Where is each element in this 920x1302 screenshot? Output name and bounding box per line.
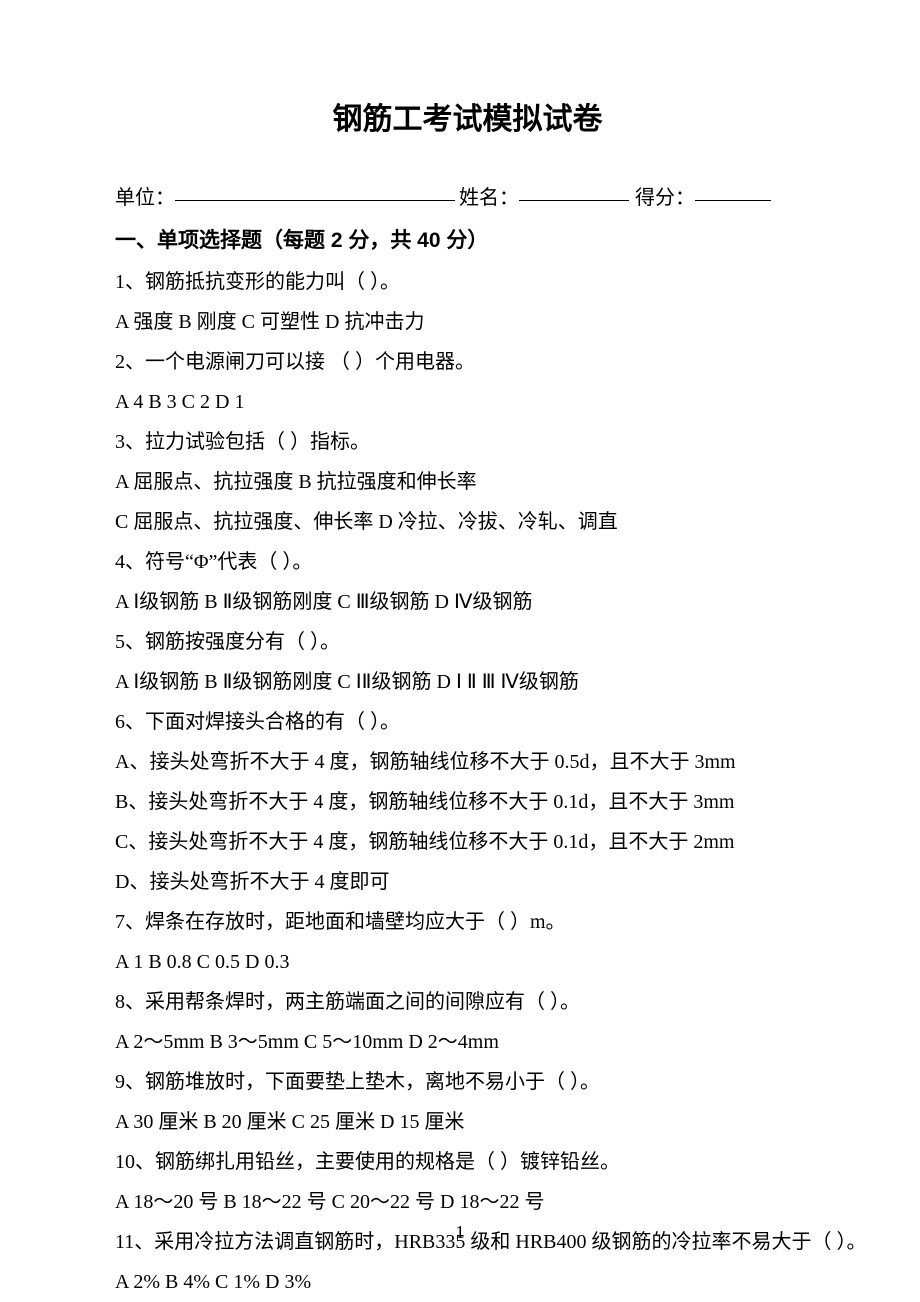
exam-title: 钢筋工考试模拟试卷	[115, 90, 820, 150]
q4-stem: 4、符号“Φ”代表（ ）。	[115, 542, 820, 582]
q3-options-2: C 屈服点、抗拉强度、伸长率 D 冷拉、冷拔、冷轧、调直	[115, 502, 820, 542]
q7-stem: 7、焊条在存放时，距地面和墙壁均应大于（ ）m。	[115, 902, 820, 942]
q1-stem: 1、钢筋抵抗变形的能力叫（ ）。	[115, 262, 820, 302]
q6-stem: 6、下面对焊接头合格的有（ ）。	[115, 702, 820, 742]
q6-option-b: B、接头处弯折不大于 4 度，钢筋轴线位移不大于 0.1d，且不大于 3mm	[115, 782, 820, 822]
q8-options: A 2～5mm B 3～5mm C 5～10mm D 2～4mm	[115, 1022, 820, 1062]
info-line: 单位： 姓名： 得分：	[115, 178, 820, 218]
q5-options: A Ⅰ级钢筋 B Ⅱ级钢筋刚度 C ⅠⅡ级钢筋 D Ⅰ Ⅱ Ⅲ Ⅳ级钢筋	[115, 662, 820, 702]
q6-option-d: D、接头处弯折不大于 4 度即可	[115, 862, 820, 902]
q5-stem: 5、钢筋按强度分有（ ）。	[115, 622, 820, 662]
q2-options: A 4 B 3 C 2 D 1	[115, 382, 820, 422]
q2-stem: 2、一个电源闸刀可以接 （ ）个用电器。	[115, 342, 820, 382]
q1-options: A 强度 B 刚度 C 可塑性 D 抗冲击力	[115, 302, 820, 342]
q9-options: A 30 厘米 B 20 厘米 C 25 厘米 D 15 厘米	[115, 1102, 820, 1142]
q3-stem: 3、拉力试验包括（ ）指标。	[115, 422, 820, 462]
q9-stem: 9、钢筋堆放时，下面要垫上垫木，离地不易小于（ ）。	[115, 1062, 820, 1102]
q10-stem: 10、钢筋绑扎用铅丝，主要使用的规格是（ ）镀锌铅丝。	[115, 1142, 820, 1182]
score-blank[interactable]	[695, 178, 771, 201]
q6-option-a: A、接头处弯折不大于 4 度，钢筋轴线位移不大于 0.5d，且不大于 3mm	[115, 742, 820, 782]
q11-options: A 2% B 4% C 1% D 3%	[115, 1262, 820, 1302]
unit-label: 单位：	[115, 178, 175, 218]
q3-options-1: A 屈服点、抗拉强度 B 抗拉强度和伸长率	[115, 462, 820, 502]
q7-options: A 1 B 0.8 C 0.5 D 0.3	[115, 942, 820, 982]
name-label: 姓名：	[459, 178, 519, 218]
q8-stem: 8、采用帮条焊时，两主筋端面之间的间隙应有（ ）。	[115, 982, 820, 1022]
page-number: 1	[0, 1214, 920, 1250]
section-1-heading: 一、单项选择题（每题 2 分，共 40 分）	[115, 220, 820, 262]
score-label: 得分：	[635, 178, 695, 218]
q4-options: A Ⅰ级钢筋 B Ⅱ级钢筋刚度 C Ⅲ级钢筋 D Ⅳ级钢筋	[115, 582, 820, 622]
q6-option-c: C、接头处弯折不大于 4 度，钢筋轴线位移不大于 0.1d，且不大于 2mm	[115, 822, 820, 862]
name-blank[interactable]	[519, 178, 629, 201]
unit-blank[interactable]	[175, 178, 455, 201]
